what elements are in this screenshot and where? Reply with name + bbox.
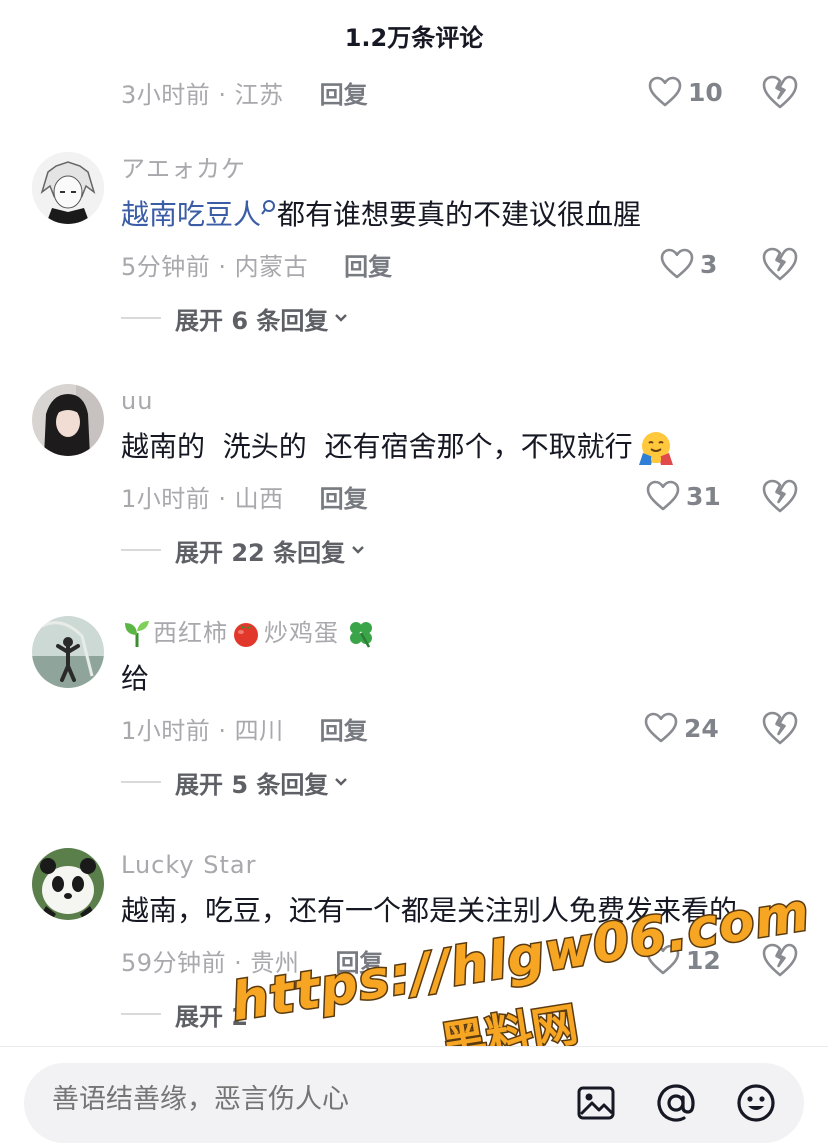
avatar[interactable] (32, 848, 104, 920)
reply-button[interactable]: 回复 (320, 75, 368, 110)
avatar[interactable] (32, 384, 104, 456)
comment-meta-row: 1小时前 · 山西 回复 (121, 476, 368, 516)
expand-replies-button[interactable]: 展开 5 条回复 (121, 762, 350, 802)
like-count: 10 (688, 77, 723, 107)
chevron-down-icon (335, 314, 348, 322)
expand-replies-label: 展开 6 条回复 (175, 306, 329, 335)
username[interactable]: アエォカケ (121, 151, 246, 187)
seedling-emoji-icon (125, 621, 149, 647)
person-avatar-image (32, 616, 104, 688)
heart-icon (646, 480, 680, 511)
like-count: 3 (700, 249, 718, 279)
dislike-heart-icon[interactable] (760, 244, 800, 284)
comment-meta-row: 3小时前 · 江苏 回复 (121, 72, 368, 112)
comment-input-container[interactable] (24, 1063, 804, 1143)
expand-replies-label: 展开 22 条回复 (175, 538, 346, 567)
expand-replies-button[interactable]: 展开 2 (121, 994, 248, 1034)
comment-meta-row: 1小时前 · 四川 回复 (121, 708, 368, 748)
like-count: 31 (686, 481, 721, 511)
comment-count-title: 1.2万条评论 (344, 24, 484, 52)
emoji-icon[interactable] (734, 1081, 778, 1125)
username[interactable]: 西红柿 炒鸡蛋 (121, 615, 377, 651)
comment-body: 给 (121, 662, 150, 695)
username[interactable]: uu (121, 383, 153, 419)
chevron-down-icon (335, 778, 348, 786)
username[interactable]: Lucky Star (121, 847, 256, 883)
dislike-heart-icon[interactable] (760, 708, 800, 748)
search-small-icon (261, 200, 276, 215)
divider (121, 1013, 161, 1015)
dislike-heart-icon[interactable] (760, 476, 800, 516)
like-button[interactable]: 3 (660, 244, 717, 284)
dislike-heart-icon[interactable] (760, 72, 800, 112)
expand-replies-button[interactable]: 展开 22 条回复 (121, 530, 367, 570)
search-mention-link[interactable]: 越南吃豆人 (121, 198, 261, 231)
comment-meta-row: 5分钟前 · 内蒙古 回复 (121, 244, 392, 284)
avatar[interactable] (32, 152, 104, 224)
expand-replies-button[interactable]: 展开 6 条回复 (121, 298, 350, 338)
panda-avatar-image (32, 848, 104, 920)
reply-button[interactable]: 回复 (320, 711, 368, 746)
tomato-emoji-icon (234, 623, 258, 647)
comment-time-location: 1小时前 · 山西 (121, 484, 284, 513)
like-button[interactable]: 31 (646, 476, 721, 516)
username-part: 炒鸡蛋 (264, 619, 339, 647)
girl-avatar-image (32, 384, 104, 456)
heart-icon (648, 76, 682, 107)
comment-text: 越南吃豆人 都有谁想要真的不建议很血腥 (121, 195, 641, 235)
image-icon[interactable] (574, 1081, 618, 1125)
divider (121, 317, 161, 319)
comment-input-bar (0, 1046, 828, 1143)
avatar[interactable] (32, 616, 104, 688)
comment-body: 都有谁想要真的不建议很血腥 (277, 198, 642, 231)
chevron-down-icon (352, 546, 364, 554)
divider (121, 549, 161, 551)
like-count: 24 (684, 713, 719, 743)
comment-text: 给 (121, 659, 149, 699)
comment-time-location: 1小时前 · 四川 (121, 716, 284, 745)
at-icon[interactable] (654, 1081, 698, 1125)
comment-time-location: 3小时前 · 江苏 (121, 80, 284, 109)
expand-replies-label: 展开 5 条回复 (175, 770, 329, 799)
heart-icon (660, 248, 694, 279)
comment-text: 越南的 洗头的 还有宿舍那个，不取就行 (121, 427, 675, 467)
username-part: 西红柿 (153, 619, 228, 647)
heart-icon (644, 712, 678, 743)
comment-body: 越南的 洗头的 还有宿舍那个，不取就行 (121, 430, 633, 463)
like-button[interactable]: 24 (644, 708, 719, 748)
anime-avatar-image (32, 152, 104, 224)
divider (121, 781, 161, 783)
comment-input[interactable] (50, 1083, 554, 1116)
reply-button[interactable]: 回复 (344, 247, 392, 282)
reply-button[interactable]: 回复 (320, 479, 368, 514)
comment-time-location: 5分钟前 · 内蒙古 (121, 252, 309, 281)
like-button[interactable]: 10 (648, 72, 723, 112)
four-leaf-clover-emoji-icon (350, 622, 372, 648)
hugging-face-emoji-icon (638, 432, 673, 465)
